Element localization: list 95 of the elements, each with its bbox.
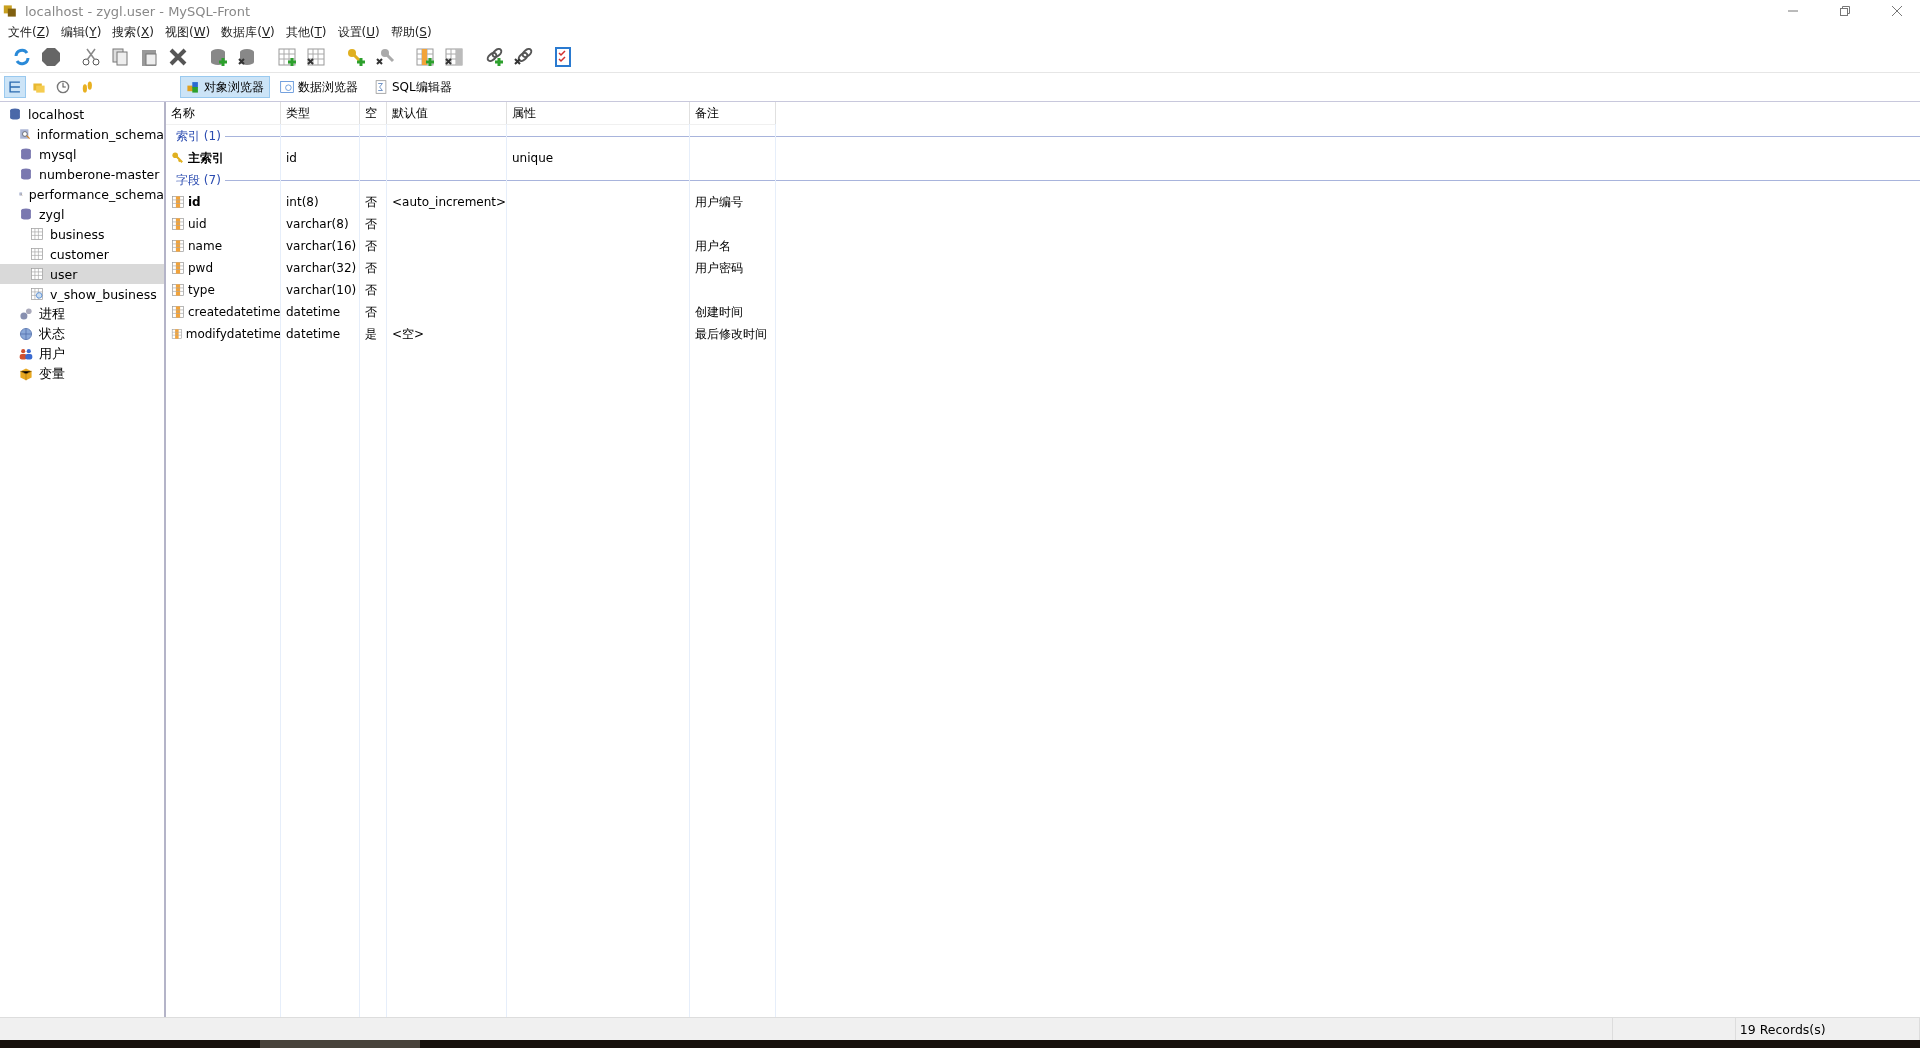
- name-cell: uid: [166, 213, 281, 235]
- table-cell-text: 最后修改时间: [694, 325, 768, 343]
- tree-item[interactable]: 变量: [0, 364, 164, 384]
- table-search-icon: [280, 80, 294, 94]
- table-icon: [30, 267, 44, 281]
- window-title: localhost - zygl.user - MySQL-Front: [25, 3, 252, 19]
- table-cell-text: 否: [364, 281, 378, 299]
- table-cell-text: 否: [364, 215, 378, 233]
- table-cell-text: varchar(8): [285, 216, 350, 233]
- table-cell-text: unique: [511, 150, 555, 167]
- column-header[interactable]: 备注: [690, 102, 776, 125]
- group-title: 索引 (1): [176, 127, 221, 145]
- app-icon: [3, 3, 19, 19]
- column-icon: [171, 305, 185, 319]
- tree-icon: [8, 80, 22, 94]
- tree-item[interactable]: 状态: [0, 324, 164, 344]
- cubes-icon: [186, 80, 200, 94]
- column-icon: [171, 217, 185, 231]
- document-icon: [374, 80, 388, 94]
- table-cell-text: id: [285, 150, 298, 167]
- menu-item[interactable]: 数据库(V): [217, 22, 282, 42]
- tree-item[interactable]: performance_schema: [0, 184, 164, 204]
- table-search-icon: [30, 287, 44, 301]
- table-cell-text: 创建时间: [694, 303, 744, 321]
- database-icon: [8, 107, 22, 121]
- column-icon: [171, 327, 183, 341]
- table-cell-text: varchar(16): [285, 238, 358, 255]
- menu-item[interactable]: 搜索(X): [108, 22, 161, 42]
- column-header[interactable]: 类型: [281, 102, 360, 125]
- tree-item[interactable]: mysql: [0, 144, 164, 164]
- name-cell: createdatetime: [166, 301, 281, 323]
- users-icon: [19, 347, 33, 361]
- table-cell-text: 否: [364, 259, 378, 277]
- menu-item[interactable]: 编辑(Y): [56, 22, 109, 42]
- tree-item[interactable]: v_show_business: [0, 284, 164, 304]
- key-icon: [171, 151, 185, 165]
- name-cell: 主索引: [166, 147, 281, 169]
- table-cell-text: 是: [364, 325, 378, 343]
- table-cell-text: 用户名: [694, 237, 732, 255]
- menu-item[interactable]: 设置(U): [333, 22, 387, 42]
- tree-item[interactable]: business: [0, 224, 164, 244]
- globe-icon: [19, 327, 33, 341]
- column-icon: [171, 283, 185, 297]
- tree-item[interactable]: numberone-master: [0, 164, 164, 184]
- name-cell: type: [166, 279, 281, 301]
- table-cell-text: datetime: [285, 304, 342, 321]
- tree-item[interactable]: 用户: [0, 344, 164, 364]
- column-header[interactable]: 名称: [166, 102, 281, 125]
- table-icon: [30, 227, 44, 241]
- database-search-icon: [19, 127, 31, 141]
- menu-item[interactable]: 其他(T): [281, 22, 334, 42]
- column-header[interactable]: 空: [360, 102, 387, 125]
- tree-item[interactable]: user: [0, 264, 164, 284]
- table-cell-text: 否: [364, 303, 378, 321]
- menu-item[interactable]: 帮助(S): [386, 22, 439, 42]
- table-cell-text: int(8): [285, 194, 320, 211]
- table-cell-text: 否: [364, 237, 378, 255]
- database-icon: [19, 207, 33, 221]
- database-icon: [19, 147, 33, 161]
- database-icon: [19, 167, 33, 181]
- tree-item[interactable]: customer: [0, 244, 164, 264]
- table-cell-text: 用户密码: [694, 259, 744, 277]
- table-icon: [30, 247, 44, 261]
- close-icon: [1891, 5, 1903, 17]
- tab[interactable]: SQL编辑器: [368, 76, 458, 98]
- name-cell: name: [166, 235, 281, 257]
- column-icon: [171, 261, 185, 275]
- name-cell: id: [166, 191, 281, 213]
- tree-item[interactable]: 进程: [0, 304, 164, 324]
- tab[interactable]: 对象浏览器: [180, 76, 270, 98]
- table-cell-text: datetime: [285, 326, 342, 343]
- tree-item[interactable]: zygl: [0, 204, 164, 224]
- view-toggle-button[interactable]: [4, 76, 26, 98]
- tree-item[interactable]: localhost: [0, 104, 164, 124]
- name-cell: modifydatetime: [166, 323, 281, 345]
- menu-item[interactable]: 文件(Z): [4, 22, 57, 42]
- table-cell-text: 否: [364, 193, 378, 211]
- table-cell-text: 用户编号: [694, 193, 744, 211]
- table-cell-text: <空>: [391, 325, 426, 343]
- group-title: 字段 (7): [176, 171, 221, 189]
- tree-item[interactable]: information_schema: [0, 124, 164, 144]
- table-cell-text: varchar(32): [285, 260, 358, 277]
- column-icon: [171, 195, 185, 209]
- tab[interactable]: 数据浏览器: [274, 76, 364, 98]
- column-header[interactable]: 属性: [507, 102, 690, 125]
- box-icon: [19, 367, 33, 381]
- column-icon: [171, 239, 185, 253]
- table-cell-text: <auto_increment>: [391, 194, 507, 211]
- footprints-icon: [80, 80, 94, 94]
- menu-item[interactable]: 视图(W): [160, 22, 218, 42]
- table-cell-text: varchar(10): [285, 282, 358, 299]
- name-cell: pwd: [166, 257, 281, 279]
- clock-icon: [56, 80, 70, 94]
- restore-icon: [1839, 5, 1851, 17]
- column-header[interactable]: 默认值: [387, 102, 507, 125]
